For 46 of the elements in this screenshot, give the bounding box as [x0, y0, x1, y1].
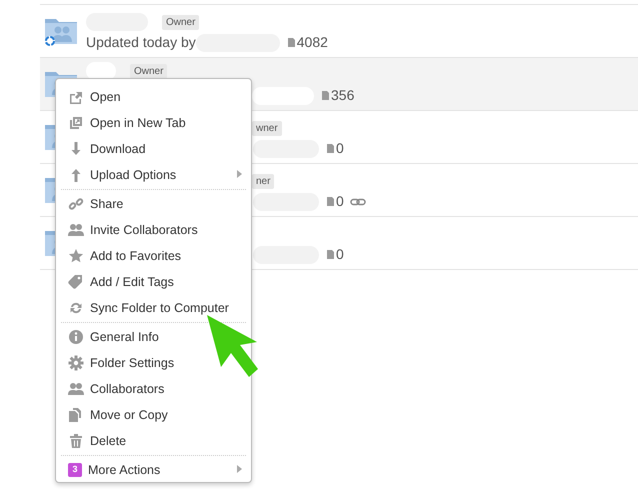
menu-item[interactable]: 3 More Actions [61, 457, 168, 483]
file-count: 0 [336, 245, 344, 264]
file-count: 4082 [296, 33, 328, 52]
people-icon [68, 222, 84, 238]
file-count: 0 [336, 139, 344, 158]
menu-item[interactable]: Download [61, 136, 153, 162]
file-icon [327, 144, 334, 153]
star-icon [68, 248, 84, 264]
sync-icon [68, 300, 84, 316]
menu-item[interactable]: Folder Settings [61, 350, 182, 376]
people-icon [68, 381, 84, 397]
owner-tag: Owner [162, 14, 200, 30]
menu-item[interactable]: Collaborators [61, 376, 172, 402]
file-icon [327, 197, 334, 206]
redacted-name [253, 140, 319, 158]
file-icon [322, 91, 329, 100]
info-icon [68, 329, 84, 345]
menu-item[interactable]: Add / Edit Tags [61, 269, 181, 295]
file-icon [327, 250, 334, 259]
copy-icon [68, 407, 84, 423]
open-icon [68, 89, 84, 105]
new-tab-icon [68, 115, 84, 131]
owner-tag: ner [252, 174, 274, 189]
redacted-name [253, 192, 319, 210]
owner-tag: Owner [130, 64, 168, 78]
menu-item[interactable]: Move or Copy [61, 402, 175, 428]
menu-item[interactable]: Share [61, 191, 130, 217]
tag-icon [68, 274, 84, 290]
menu-item[interactable]: Invite Collaborators [61, 217, 205, 243]
menu-item[interactable]: Open in New Tab [61, 110, 193, 136]
settings-icon [68, 355, 84, 371]
file-count: 356 [331, 86, 354, 105]
menu-item[interactable]: Add to Favorites [61, 243, 188, 269]
menu-item[interactable]: General Info [61, 324, 166, 350]
updated-text: Updated today by [86, 33, 196, 52]
file-icon [288, 38, 295, 47]
menu-item[interactable]: Sync Folder to Computer [61, 295, 236, 321]
trash-icon [68, 433, 84, 449]
menu-item[interactable]: Delete [61, 428, 134, 454]
menu-item[interactable]: Upload Options [61, 162, 184, 188]
file-count: 0 [336, 192, 344, 211]
count-badge: 3 [68, 463, 82, 477]
link-icon [68, 196, 84, 212]
redacted-name [253, 246, 319, 264]
owner-tag: wner [252, 121, 282, 136]
menu-item[interactable]: Open [61, 84, 128, 110]
